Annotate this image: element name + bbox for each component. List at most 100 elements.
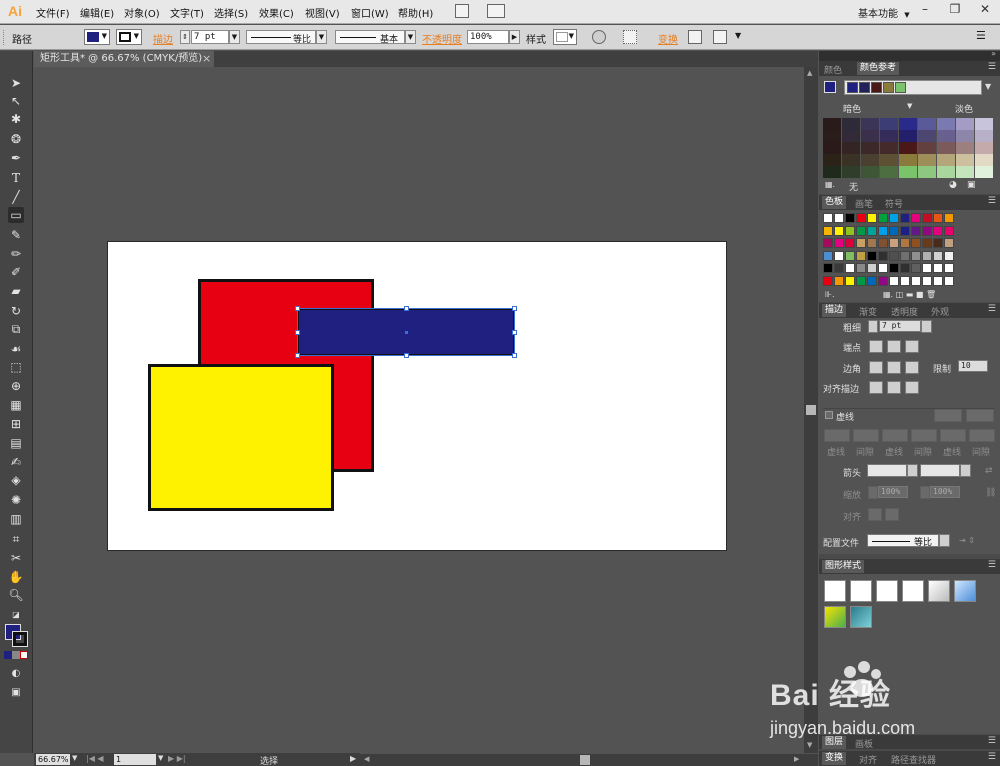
color-variation-cell[interactable] [975, 118, 993, 130]
color-mode-icon[interactable] [4, 651, 12, 659]
color-swatch[interactable] [922, 238, 932, 248]
color-variation-cell[interactable] [842, 166, 860, 178]
dash-field-1[interactable] [824, 429, 850, 442]
color-swatch[interactable] [845, 250, 855, 261]
maximize-button[interactable]: ❐ [940, 2, 970, 19]
style-swatch[interactable] [850, 580, 872, 602]
tab-color-guide[interactable]: 颜色参考 [857, 62, 900, 75]
save-group-icon[interactable]: ▣ [967, 180, 976, 190]
harmony-rules-bar[interactable] [844, 80, 982, 95]
gap-field-3[interactable] [969, 429, 995, 442]
color-swatch[interactable] [922, 263, 932, 273]
resize-handle[interactable] [512, 330, 517, 335]
rotate-icon[interactable]: ↻ [8, 303, 24, 319]
opacity-dropdown[interactable]: ▶ [509, 30, 520, 44]
none-mode-icon[interactable] [20, 651, 28, 659]
color-swatch[interactable] [878, 250, 888, 261]
selection-tool-icon[interactable]: ➤ [8, 75, 24, 91]
brush-definition[interactable]: 基本 [335, 30, 405, 45]
resize-handle[interactable] [295, 306, 300, 311]
weight-dropdown[interactable] [921, 320, 932, 333]
color-swatch[interactable] [933, 263, 943, 273]
scroll-up-icon[interactable]: ▲ [807, 69, 812, 77]
color-swatch[interactable] [856, 263, 866, 273]
color-variation-cell[interactable] [899, 154, 917, 166]
symbol-sprayer-icon[interactable]: ✺ [8, 492, 24, 508]
color-swatch[interactable] [856, 250, 866, 261]
canvas-area[interactable] [34, 67, 804, 753]
opacity-field[interactable]: 100% [467, 30, 509, 44]
style-swatch[interactable] [876, 580, 898, 602]
tab-brushes[interactable]: 画笔 [855, 197, 873, 210]
bridge-icon[interactable] [455, 4, 469, 18]
color-swatch[interactable] [845, 225, 855, 236]
color-swatch[interactable] [911, 225, 921, 236]
resize-handle[interactable] [512, 353, 517, 358]
color-swatch[interactable] [889, 225, 899, 236]
color-variation-cell[interactable] [899, 166, 917, 178]
color-variation-cell[interactable] [842, 154, 860, 166]
bevel-join-icon[interactable] [905, 361, 919, 374]
warp-icon[interactable]: ☙ [8, 341, 24, 357]
brush-dropdown[interactable]: ▼ [405, 30, 416, 44]
color-swatch[interactable] [911, 238, 921, 248]
color-variation-cell[interactable] [861, 166, 879, 178]
color-variation-cell[interactable] [842, 142, 860, 154]
color-swatch[interactable] [878, 225, 888, 236]
scale-field-1[interactable]: 100% [878, 486, 908, 498]
show-kinds-icon[interactable]: ▦. ◫ ▬ ■ 🗑︎ [883, 290, 936, 299]
align-inside-icon[interactable] [887, 381, 901, 394]
color-swatch[interactable] [856, 213, 866, 223]
color-swatch[interactable] [878, 263, 888, 273]
color-variation-cell[interactable] [956, 142, 974, 154]
color-variation-cell[interactable] [956, 154, 974, 166]
menu-object[interactable]: 对象(O) [124, 5, 160, 20]
color-swatch[interactable] [900, 213, 910, 223]
color-swatch[interactable] [823, 275, 833, 286]
panel-menu-icon[interactable]: ☰ [988, 196, 996, 206]
align-icon[interactable] [623, 30, 637, 44]
color-swatch[interactable] [867, 225, 877, 236]
yellow-rectangle[interactable] [148, 364, 334, 511]
texture-style-swatch[interactable] [850, 606, 872, 628]
color-variation-cell[interactable] [842, 118, 860, 130]
menu-edit[interactable]: 编辑(E) [80, 5, 114, 20]
color-variation-cell[interactable] [842, 130, 860, 142]
texture-style-swatch[interactable] [824, 606, 846, 628]
color-variation-cell[interactable] [823, 130, 841, 142]
blob-brush-icon[interactable]: ✐ [8, 264, 24, 280]
color-variation-cell[interactable] [975, 130, 993, 142]
recolor-icon[interactable] [592, 30, 606, 44]
resize-handle[interactable] [295, 353, 300, 358]
color-variation-cell[interactable] [880, 166, 898, 178]
resize-handle[interactable] [404, 306, 409, 311]
tab-transparency[interactable]: 透明度 [891, 305, 918, 318]
edit-colors-icon[interactable]: ◕ [949, 180, 957, 190]
color-variation-cell[interactable] [975, 142, 993, 154]
chevron-down-icon[interactable] [960, 464, 971, 477]
color-variation-cell[interactable] [899, 130, 917, 142]
gradient-mode-icon[interactable] [12, 651, 20, 659]
swatch-libraries-icon[interactable]: ⊪. [825, 290, 835, 299]
color-swatch[interactable] [922, 275, 932, 286]
color-variation-cell[interactable] [880, 130, 898, 142]
arrow-align-2-icon[interactable] [885, 508, 899, 521]
stroke-label[interactable]: 描边 [153, 31, 173, 46]
color-swatch[interactable] [823, 213, 833, 223]
chevron-down-icon[interactable]: ▼ [985, 82, 991, 91]
color-swatch[interactable] [845, 275, 855, 286]
color-variation-cell[interactable] [956, 166, 974, 178]
stroke-weight-field[interactable]: 7 pt [191, 30, 229, 44]
gradient-icon[interactable]: ▤ [8, 435, 24, 451]
scale-field-2[interactable]: 100% [930, 486, 960, 498]
link-scale-icon[interactable]: ⛓︎ [985, 488, 996, 498]
artboard[interactable] [107, 241, 727, 551]
lasso-icon[interactable]: ❂ [8, 131, 24, 147]
profile-dropdown[interactable]: ▼ [316, 30, 327, 44]
transform-options-icon[interactable] [688, 30, 702, 44]
color-swatch[interactable] [900, 263, 910, 273]
vertical-scroll-thumb[interactable] [806, 405, 816, 415]
color-variation-cell[interactable] [861, 130, 879, 142]
color-swatch[interactable] [823, 250, 833, 261]
color-swatch[interactable] [856, 225, 866, 236]
